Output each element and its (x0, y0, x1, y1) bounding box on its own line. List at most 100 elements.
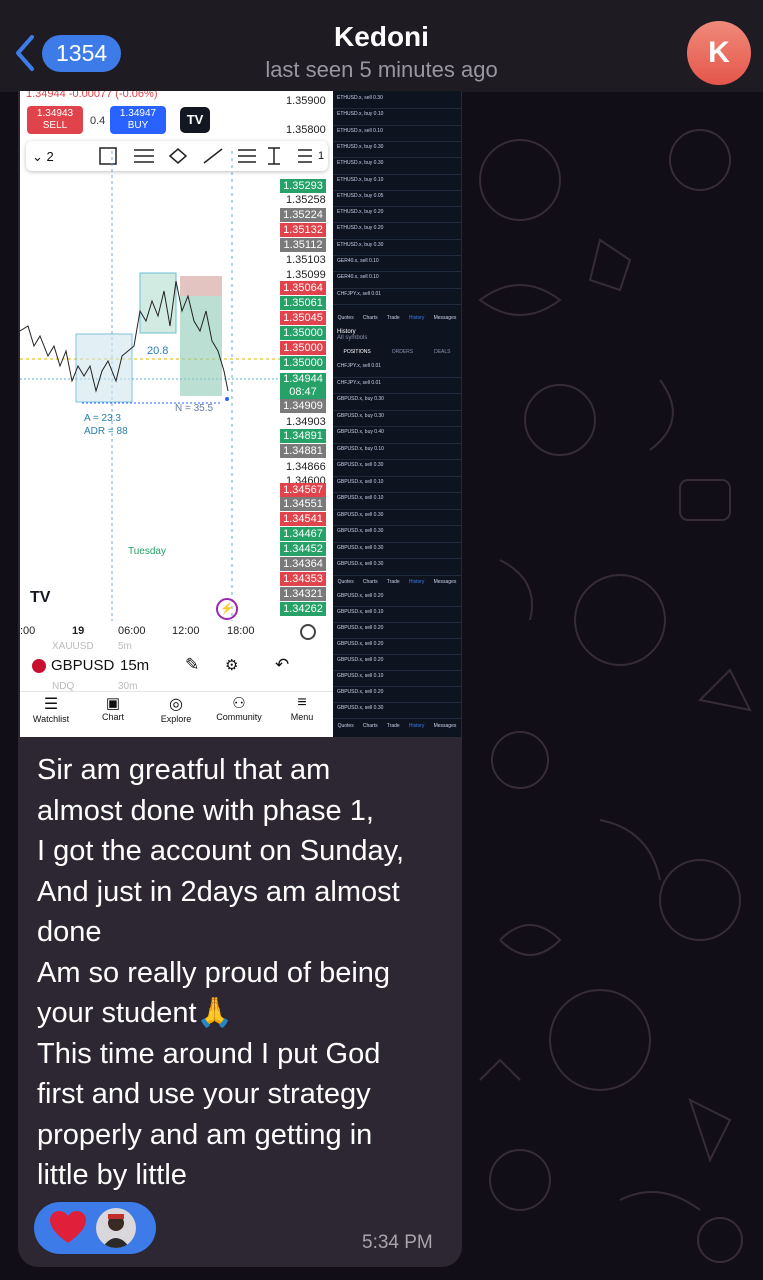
indicators-icon[interactable]: ⚙ (225, 656, 238, 674)
history-row[interactable]: ETHUSD.x, buy 0.30 (337, 144, 459, 150)
lightning-icon[interactable]: ⚡ (216, 598, 238, 620)
price-tag: 1.35112 (280, 238, 326, 252)
price-label: 1.35900 (286, 95, 326, 107)
history-row[interactable]: CHFJPY.x, sell 0.01 (337, 363, 459, 369)
history-row[interactable]: ETHUSD.x, buy 0.10 (337, 177, 459, 183)
history-row[interactable]: GBPUSD.x, sell 0.10 (337, 609, 459, 615)
price-chart[interactable] (20, 151, 280, 671)
history-row[interactable]: GBPUSD.x, sell 0.30 (337, 512, 459, 518)
mt-nav-trade[interactable]: Trade (387, 579, 400, 585)
history-row[interactable]: GBPUSD.x, sell 0.30 (337, 528, 459, 534)
price-tag: 1.35224 (280, 208, 326, 222)
history-row[interactable]: ETHUSD.x, buy 0.10 (337, 111, 459, 117)
buy-price: 1.34947 (119, 108, 157, 119)
chat-header: 1354 Kedoni last seen 5 minutes ago K (0, 0, 763, 92)
history-row[interactable]: ETHUSD.x, buy 0.20 (337, 209, 459, 215)
mt-nav-messages[interactable]: Messages (434, 723, 457, 729)
people-icon: ⚇ (232, 695, 246, 712)
price-tag: 1.35000 (280, 326, 326, 340)
pencil-icon[interactable]: ✎ (185, 655, 199, 675)
nav-community[interactable]: ⚇ Community (207, 694, 271, 722)
nav-label: Community (216, 712, 262, 722)
row-divider (333, 492, 461, 493)
timeframe[interactable]: 15m (120, 657, 149, 674)
chart-icon: ▣ (105, 695, 121, 712)
contact-avatar[interactable]: K (687, 21, 751, 85)
mt-nav-trade[interactable]: Trade (387, 723, 400, 729)
history-row[interactable]: GBPUSD.x, sell 0.30 (337, 545, 459, 551)
history-row[interactable]: ETHUSD.x, buy 0.05 (337, 193, 459, 199)
history-row[interactable]: GBPUSD.x, buy 0.30 (337, 396, 459, 402)
history-row[interactable]: GBPUSD.x, sell 0.30 (337, 462, 459, 468)
symbol-name[interactable]: GBPUSD (51, 657, 114, 674)
row-divider (333, 622, 461, 623)
mt-nav-quotes[interactable]: Quotes (338, 723, 354, 729)
row-divider (333, 173, 461, 175)
history-row[interactable]: ETHUSD.x, sell 0.30 (337, 95, 459, 101)
nav-explore[interactable]: ◎ Explore (145, 694, 207, 724)
history-row[interactable]: GBPUSD.x, sell 0.20 (337, 641, 459, 647)
mt-nav-messages[interactable]: Messages (434, 315, 457, 321)
buy-button[interactable]: 1.34947 BUY (110, 106, 166, 134)
bar-countdown: 08:47 (289, 386, 317, 398)
mt-nav-charts[interactable]: Charts (363, 315, 378, 321)
mt-nav-charts[interactable]: Charts (363, 723, 378, 729)
nav-menu[interactable]: ≡ Menu (271, 694, 333, 722)
nav-watchlist[interactable]: ☰ Watchlist (20, 694, 82, 724)
sell-button[interactable]: 1.34943 SELL (27, 106, 83, 134)
attached-photo[interactable]: 1.34944 -0.00077 (-0.06%) 1.34943 SELL 0… (20, 91, 461, 737)
range-label-adr: ADR = 88 (84, 426, 128, 437)
price-tag: 1.34321 (280, 587, 326, 601)
mt-nav-trade[interactable]: Trade (387, 315, 400, 321)
mt-nav-quotes[interactable]: Quotes (338, 579, 354, 585)
undo-icon[interactable]: ↶ (275, 655, 289, 675)
history-row[interactable]: GBPUSD.x, sell 0.20 (337, 593, 459, 599)
mt-nav-history[interactable]: History (409, 723, 425, 729)
history-row[interactable]: GER40.x, sell 0.10 (337, 258, 459, 264)
history-row[interactable]: GER40.x, sell 0.10 (337, 274, 459, 280)
time-label: 19 (72, 625, 85, 637)
mt-nav-mid: Quotes Charts Trade History Messages (333, 567, 461, 585)
nav-chart[interactable]: ▣ Chart (82, 694, 144, 722)
history-row[interactable]: ETHUSD.x, buy 0.30 (337, 160, 459, 166)
history-row[interactable]: GBPUSD.x, sell 0.20 (337, 625, 459, 631)
mt-nav-bottom: Quotes Charts Trade History Messages (333, 711, 461, 729)
history-row[interactable]: ETHUSD.x, buy 0.20 (337, 225, 459, 231)
history-row[interactable]: GBPUSD.x, buy 0.40 (337, 429, 459, 435)
row-divider (333, 686, 461, 687)
history-row[interactable]: ETHUSD.x, sell 0.10 (337, 128, 459, 134)
history-row[interactable]: GBPUSD.x, sell 0.10 (337, 673, 459, 679)
mt-nav-quotes[interactable]: Quotes (338, 315, 354, 321)
tab-deals[interactable]: DEALS (434, 349, 450, 355)
last-seen-status: last seen 5 minutes ago (265, 57, 498, 82)
mt-nav-history[interactable]: History (409, 315, 425, 321)
mt-nav-history[interactable]: History (409, 579, 425, 585)
reaction-pill[interactable] (34, 1202, 156, 1254)
time-label: 12:00 (172, 625, 200, 637)
history-row[interactable]: CHFJPY.x, sell 0.01 (337, 380, 459, 386)
row-divider (333, 287, 461, 289)
measure-label-n: N = 35.5 (175, 403, 214, 414)
history-row[interactable]: ETHUSD.x, buy 0.30 (337, 242, 459, 248)
tab-positions[interactable]: POSITIONS (343, 349, 370, 355)
history-row[interactable]: GBPUSD.x, sell 0.20 (337, 689, 459, 695)
history-row[interactable]: GBPUSD.x, buy 0.10 (337, 446, 459, 452)
tab-orders[interactable]: ORDERS (392, 349, 413, 355)
mt-nav-charts[interactable]: Charts (363, 579, 378, 585)
history-row[interactable]: GBPUSD.x, sell 0.10 (337, 495, 459, 501)
row-divider (333, 459, 461, 460)
price-tag: 1.35061 (280, 296, 326, 310)
history-row[interactable]: GBPUSD.x, sell 0.20 (337, 657, 459, 663)
settings-icon[interactable] (300, 624, 316, 640)
nav-label: Menu (290, 712, 314, 722)
mt-nav-messages[interactable]: Messages (434, 579, 457, 585)
drawing-count-right: 1 (318, 150, 325, 162)
chat-title[interactable]: Kedoni (0, 21, 763, 53)
history-row[interactable]: GBPUSD.x, buy 0.30 (337, 413, 459, 419)
message-line: properly and am getting in (37, 1118, 373, 1151)
person-icon (102, 1214, 130, 1248)
history-row[interactable]: GBPUSD.x, sell 0.10 (337, 479, 459, 485)
history-row[interactable]: CHFJPY.x, sell 0.01 (337, 291, 459, 297)
menu-icon: ≡ (297, 694, 307, 711)
row-divider (333, 255, 461, 256)
